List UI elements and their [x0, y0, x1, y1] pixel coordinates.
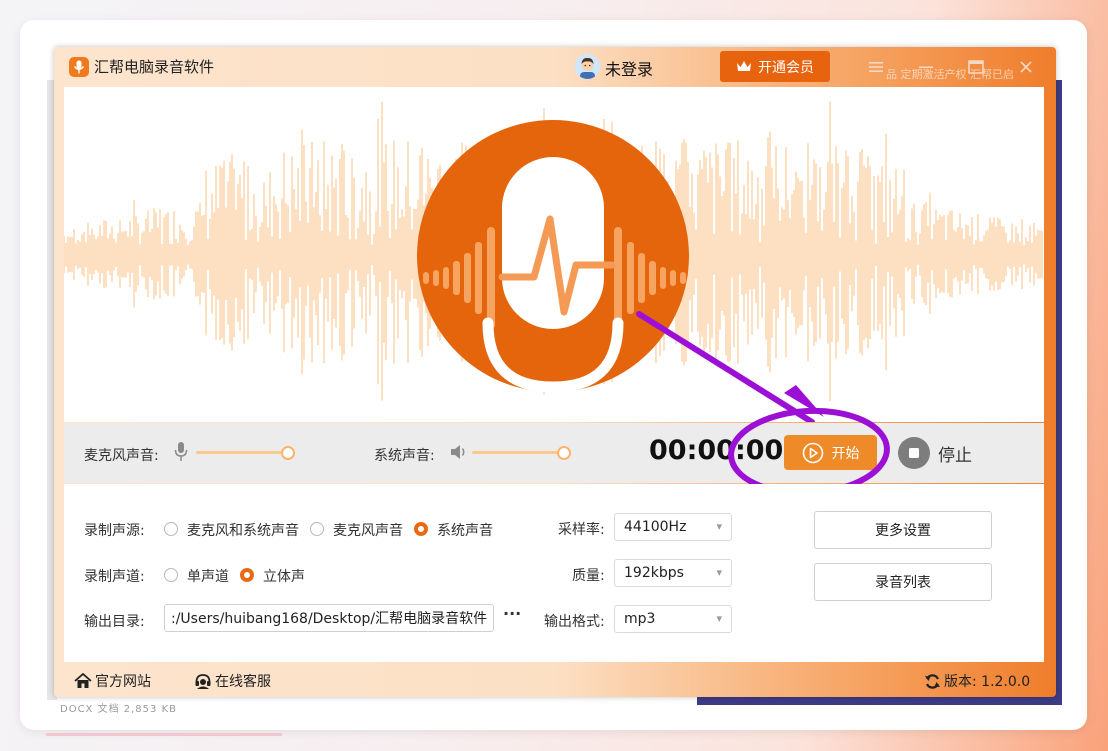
source-label: 录制声源: — [84, 523, 145, 539]
radio-stereo[interactable] — [240, 568, 254, 582]
login-status[interactable]: 未登录 — [605, 56, 653, 80]
crown-icon — [737, 61, 751, 71]
sample-rate-value: 44100Hz — [624, 519, 687, 535]
overlay-watermark-text: 品 定期激活产权 汇帮已启 — [886, 68, 1014, 81]
radio-stereo-label[interactable]: 立体声 — [263, 566, 305, 586]
system-volume-slider[interactable] — [472, 451, 564, 454]
menu-icon[interactable] — [866, 57, 886, 77]
online-service-link[interactable]: 在线客服 — [194, 671, 271, 691]
recorder-app-window: 汇帮电脑录音软件 未登录 开通会员 品 定期激活产权 汇帮已启 麦克风声音: 系… — [54, 47, 1056, 697]
vip-membership-button[interactable]: 开通会员 — [720, 51, 830, 82]
version-info: 版本: 1.2.0.0 — [924, 671, 1030, 691]
more-settings-button[interactable]: 更多设置 — [814, 511, 992, 549]
output-path-input[interactable] — [164, 604, 494, 632]
version-label: 版本: 1.2.0.0 — [944, 674, 1031, 690]
user-avatar-icon[interactable] — [575, 54, 600, 79]
channel-label: 录制声道: — [84, 569, 145, 585]
radio-mic-only[interactable] — [310, 522, 324, 536]
radio-mono[interactable] — [164, 568, 178, 582]
record-list-button[interactable]: 录音列表 — [814, 563, 992, 601]
quality-select[interactable]: 192kbps ▾ — [614, 559, 732, 587]
annotation-arrow-icon — [636, 311, 815, 422]
mic-volume-label: 麦克风声音: — [84, 448, 159, 464]
chevron-down-icon: ▾ — [716, 520, 722, 533]
mic-volume-slider[interactable] — [196, 451, 288, 454]
app-title: 汇帮电脑录音软件 — [94, 58, 215, 76]
format-label: 输出格式: — [544, 614, 605, 630]
output-dir-label: 输出目录: — [84, 614, 145, 630]
format-select[interactable]: mp3 ▾ — [614, 605, 732, 633]
online-service-label: 在线客服 — [215, 674, 271, 690]
settings-panel: 录制声源: 麦克风和系统声音 麦克风声音 系统声音 录制声道: 单声道 立体声 … — [64, 484, 1044, 662]
control-bar: 麦克风声音: 系统声音: 00:00:00 开始 停止 — [64, 385, 1044, 497]
chevron-down-icon: ▾ — [716, 566, 722, 579]
sample-rate-select[interactable]: 44100Hz ▾ — [614, 513, 732, 541]
background-file-text: DOCX 文档 2,853 KB — [60, 704, 177, 715]
radio-mic-only-label[interactable]: 麦克风声音 — [333, 520, 403, 540]
title-bar[interactable]: 汇帮电脑录音软件 未登录 开通会员 品 定期激活产权 汇帮已启 — [54, 47, 1056, 87]
maximize-icon[interactable] — [966, 57, 986, 77]
refresh-icon — [925, 673, 940, 689]
sample-rate-label: 采样率: — [558, 522, 605, 538]
browse-folder-button[interactable]: ··· — [503, 604, 521, 623]
radio-system-only-label[interactable]: 系统声音 — [437, 520, 493, 540]
background-divider — [46, 733, 282, 736]
radio-system-only[interactable] — [414, 522, 428, 536]
radio-mono-label[interactable]: 单声道 — [187, 566, 229, 586]
system-volume-thumb[interactable] — [557, 446, 571, 460]
quality-label: 质量: — [572, 568, 605, 584]
recording-visual — [64, 87, 1044, 422]
format-value: mp3 — [624, 611, 656, 627]
radio-mic-and-system-label[interactable]: 麦克风和系统声音 — [187, 520, 299, 540]
system-volume-label: 系统声音: — [374, 448, 435, 464]
mic-volume-thumb[interactable] — [281, 446, 295, 460]
radio-mic-and-system[interactable] — [164, 522, 178, 536]
home-icon — [74, 673, 92, 688]
headset-icon — [195, 673, 211, 689]
minimize-icon[interactable] — [916, 57, 936, 77]
stop-icon[interactable] — [898, 437, 930, 469]
close-icon[interactable] — [1016, 57, 1036, 77]
app-logo-icon — [69, 57, 89, 77]
quality-value: 192kbps — [624, 565, 684, 581]
official-website-link[interactable]: 官方网站 — [74, 671, 151, 691]
speaker-icon — [451, 445, 465, 459]
vip-button-label: 开通会员 — [758, 58, 814, 75]
annotation-arrowhead-icon — [784, 385, 824, 417]
footer-bar: 官方网站 在线客服 版本: 1.2.0.0 — [54, 662, 1056, 697]
stop-button-label[interactable]: 停止 — [938, 441, 972, 466]
chevron-down-icon: ▾ — [716, 612, 722, 625]
official-website-label: 官方网站 — [95, 674, 151, 690]
microphone-icon — [174, 442, 188, 461]
